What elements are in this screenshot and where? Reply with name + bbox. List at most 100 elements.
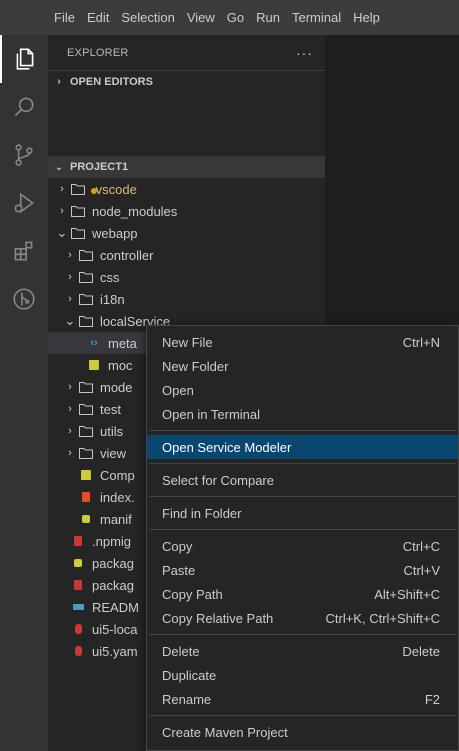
source-control-icon[interactable] (0, 131, 48, 179)
menu-separator (149, 463, 456, 464)
folder-icon (78, 445, 94, 461)
menu-item-label: Copy Relative Path (162, 610, 274, 626)
menu-item-select-for-compare[interactable]: Select for Compare (147, 468, 458, 492)
chevron-right-icon: › (57, 76, 61, 87)
menu-separator (149, 715, 456, 716)
menu-item-shortcut: F2 (424, 691, 440, 707)
menu-view[interactable]: View (181, 0, 221, 35)
tree-item-label: ui5-loca (92, 621, 138, 637)
menu-separator (149, 430, 456, 431)
js-file-icon (86, 357, 102, 373)
menu-help[interactable]: Help (347, 0, 386, 35)
menu-item-label: Select for Compare (162, 472, 274, 488)
folder-icon (78, 423, 94, 439)
menu-item-create-maven-project[interactable]: Create Maven Project (147, 720, 458, 744)
menu-item-label: Create Maven Project (162, 724, 288, 740)
menu-item-paste[interactable]: Paste Ctrl+V (147, 558, 458, 582)
menu-run[interactable]: Run (250, 0, 286, 35)
menu-item-new-folder[interactable]: New Folder (147, 354, 458, 378)
menu-item-label: New File (162, 334, 213, 350)
tree-item[interactable]: › node_modules (48, 200, 325, 222)
menu-edit[interactable]: Edit (81, 0, 115, 35)
menu-selection[interactable]: Selection (115, 0, 180, 35)
menu-item-label: Rename (162, 691, 212, 707)
tree-item[interactable]: › i18n (48, 288, 325, 310)
yaml-file-icon (70, 643, 86, 659)
menu-item-label: Delete (162, 643, 200, 659)
chevron-down-icon: ⌄ (64, 313, 76, 328)
folder-icon (70, 225, 86, 241)
tree-item-label: packag (92, 577, 134, 593)
tree-item-label: manif (100, 511, 132, 527)
tree-item-label: css (100, 269, 120, 285)
chevron-right-icon: › (68, 271, 72, 283)
menu-item-shortcut: Delete (402, 643, 440, 659)
menu-item-shortcut: Ctrl+K, Ctrl+Shift+C (325, 610, 440, 626)
search-icon[interactable] (0, 83, 48, 131)
menu-item-copy[interactable]: Copy Ctrl+C (147, 534, 458, 558)
menu-item-label: Open (162, 382, 194, 398)
menu-file[interactable]: File (48, 0, 81, 35)
chevron-right-icon: › (68, 447, 72, 459)
folder-icon (78, 291, 94, 307)
context-menu: New File Ctrl+N New Folder Open Open in Term… (146, 325, 459, 751)
more-actions-icon[interactable]: ··· (296, 45, 313, 61)
menu-item-delete[interactable]: Delete Delete (147, 639, 458, 663)
chevron-right-icon: › (68, 293, 72, 305)
npm-file-icon (70, 533, 86, 549)
menu-separator (149, 529, 456, 530)
menu-item-copy-path[interactable]: Copy Path Alt+Shift+C (147, 582, 458, 606)
tree-item-label: moc (108, 357, 133, 373)
chevron-right-icon: › (68, 403, 72, 415)
folder-icon (78, 269, 94, 285)
chevron-right-icon: › (68, 425, 72, 437)
yaml-file-icon (70, 621, 86, 637)
git-graph-icon[interactable] (0, 275, 48, 323)
menu-item-duplicate[interactable]: Duplicate (147, 663, 458, 687)
tree-item[interactable]: › .vscode (48, 178, 325, 200)
folder-icon (78, 401, 94, 417)
menu-item-label: Find in Folder (162, 505, 242, 521)
chevron-right-icon: › (60, 183, 64, 195)
html-file-icon (78, 489, 94, 505)
menu-item-copy-relative-path[interactable]: Copy Relative Path Ctrl+K, Ctrl+Shift+C (147, 606, 458, 630)
tree-item-label: .vscode (92, 181, 137, 197)
files-icon[interactable] (0, 35, 48, 83)
menu-item-open[interactable]: Open (147, 378, 458, 402)
menu-item-label: Duplicate (162, 667, 217, 683)
tree-item[interactable]: › css (48, 266, 325, 288)
folder-icon (78, 313, 94, 329)
open-editors-body (48, 92, 325, 156)
menu-item-shortcut: Ctrl+N (402, 334, 440, 350)
markdown-file-icon (70, 599, 86, 615)
explorer-header: EXPLORER ··· (48, 35, 325, 70)
menu-item-label: New Folder (162, 358, 229, 374)
tree-item-label: test (100, 401, 121, 417)
run-debug-icon[interactable] (0, 179, 48, 227)
tree-item[interactable]: ⌄ webapp (48, 222, 325, 244)
tree-item-label: packag (92, 555, 134, 571)
menu-go[interactable]: Go (221, 0, 250, 35)
modified-dot-icon (91, 188, 97, 194)
menu-item-label: Copy (162, 538, 193, 554)
project-header[interactable]: ⌄ PROJECT1 (48, 156, 325, 178)
menu-separator (149, 634, 456, 635)
chevron-right-icon: › (68, 381, 72, 393)
tree-item-label: Comp (100, 467, 135, 483)
chevron-right-icon: › (60, 205, 64, 217)
open-editors-header[interactable]: › OPEN EDITORS (48, 70, 325, 92)
menu-terminal[interactable]: Terminal (286, 0, 347, 35)
project-title: PROJECT1 (70, 161, 129, 173)
menu-separator (149, 496, 456, 497)
tree-item[interactable]: › controller (48, 244, 325, 266)
tree-item-label: i18n (100, 291, 125, 307)
menu-item-rename[interactable]: Rename F2 (147, 687, 458, 711)
extensions-icon[interactable] (0, 227, 48, 275)
menu-item-find-in-folder[interactable]: Find in Folder (147, 501, 458, 525)
menu-item-open-in-terminal[interactable]: Open in Terminal (147, 402, 458, 426)
menu-item-shortcut: Ctrl+C (402, 538, 440, 554)
folder-icon (78, 379, 94, 395)
menu-item-open-service-modeler[interactable]: Open Service Modeler (147, 435, 458, 459)
menu-item-new-file[interactable]: New File Ctrl+N (147, 330, 458, 354)
activity-bar (0, 35, 48, 751)
